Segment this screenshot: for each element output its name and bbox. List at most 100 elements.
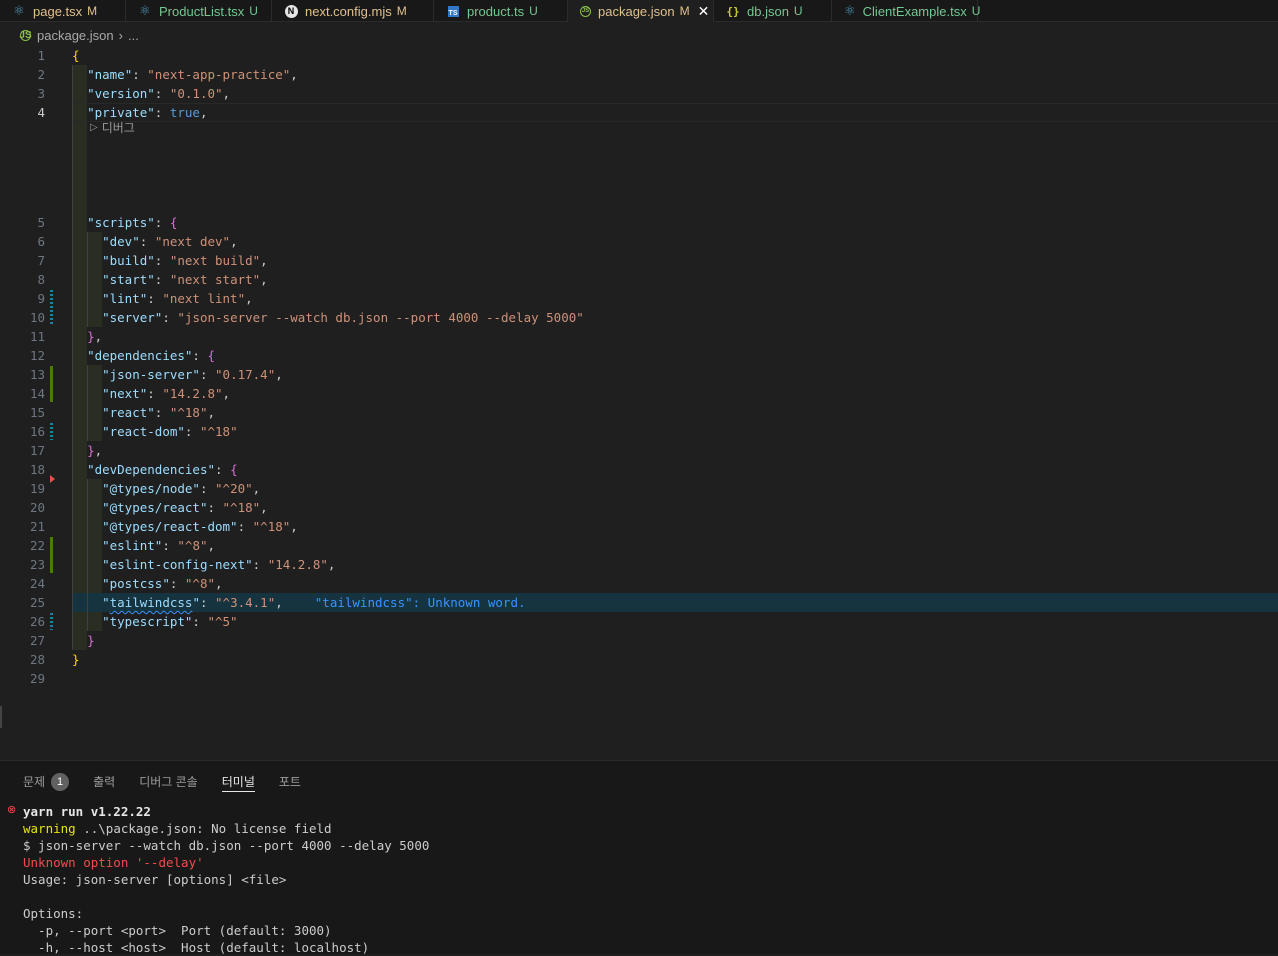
code-token: } (87, 633, 95, 648)
code-token: } (87, 329, 95, 344)
code-token: "name" (87, 67, 133, 82)
codelens-label: 디버그 (101, 121, 135, 135)
panel-tab-3[interactable]: 터미널 (221, 771, 255, 792)
code-token: : (154, 253, 170, 268)
breadcrumb-separator: › (118, 27, 123, 43)
code-token: " (192, 595, 200, 610)
panel-tab-label: 포트 (278, 775, 301, 789)
terminal-text: yarn run v1.22.22 (23, 804, 151, 819)
panel-tab-1[interactable]: 출력 (93, 772, 115, 792)
code-token: : (154, 86, 170, 101)
git-modified-indicator[interactable] (50, 423, 53, 440)
tab-productlist-tsx[interactable]: ⚛ ProductList.tsx U (126, 0, 272, 22)
code-line: "@types/react-dom": "^18", (72, 517, 298, 536)
react-icon: ⚛ (13, 3, 25, 18)
code-token: : (192, 348, 208, 363)
panel-tab-2[interactable]: 디버그 콘솔 (139, 772, 198, 792)
code-editor[interactable]: 1 2 3 4 5 6 7 8 9 10 11 12 13 14 15 16 17 18 19 20 21 22 23 24 2… (0, 46, 1278, 760)
code-token: : (199, 481, 216, 496)
code-token: : (199, 595, 216, 610)
code-line: "typescript": "^5" (72, 612, 237, 631)
code-token: : (162, 538, 178, 553)
code-token: "next lint" (162, 291, 246, 306)
tab-status-badge: M (679, 4, 690, 18)
code-token: "devDependencies" (87, 462, 215, 477)
git-added-indicator[interactable] (50, 366, 53, 402)
tab-package-json[interactable]: JS package.json M ✕ (568, 0, 714, 22)
code-line: } (72, 650, 80, 669)
tab-label: ProductList.tsx (159, 3, 245, 19)
terminal-line: -p, --port <port> Port (default: 3000) (23, 922, 332, 939)
code-token: , (230, 234, 238, 249)
breadcrumb-file[interactable]: package.json (37, 28, 114, 43)
git-modified-indicator[interactable] (50, 613, 53, 630)
code-token: "scripts" (87, 215, 155, 230)
code-token: "next-app-practice" (147, 67, 291, 82)
terminal-text: Usage: json-server [options] <file> (23, 872, 287, 887)
code-token: : (154, 215, 170, 230)
code-token: : (154, 105, 170, 120)
panel-tab-4[interactable]: 포트 (279, 772, 301, 792)
line-number: 26 (29, 614, 45, 629)
line-number: 23 (29, 557, 45, 572)
code-token: "0.1.0" (169, 86, 223, 101)
terminal-line: -h, --host <host> Host (default: localho… (23, 939, 369, 956)
git-deleted-indicator[interactable] (50, 475, 55, 483)
typescript-icon: TS (446, 4, 460, 18)
code-token: { (207, 348, 216, 363)
code-token: tailwindcss (109, 595, 193, 610)
code-token: "^18" (169, 405, 208, 420)
code-token: : (237, 519, 253, 534)
codelens-debug[interactable]: ▷ 디버그 (90, 120, 135, 136)
code-token: "postcss" (102, 576, 170, 591)
terminal-text: Unknown option '--delay' (23, 855, 204, 870)
code-token: : (139, 234, 155, 249)
line-number: 17 (29, 443, 45, 458)
git-modified-indicator[interactable] (50, 290, 53, 326)
tab-clientexample-tsx[interactable]: ⚛ ClientExample.tsx U (832, 0, 980, 22)
code-token: , (245, 291, 253, 306)
nodejs-icon: JS (19, 29, 32, 41)
close-icon[interactable]: ✕ (698, 3, 710, 20)
line-number: 6 (37, 234, 45, 249)
tab-page-tsx[interactable]: ⚛ page.tsx M (0, 0, 126, 22)
tab-status-badge: M (396, 4, 407, 18)
tab-db-json[interactable]: {} db.json U (714, 0, 832, 22)
tab-next-config-mjs[interactable]: Nnext.config.mjs M (272, 0, 434, 22)
line-number: 28 (29, 652, 45, 667)
code-token: { (169, 215, 178, 230)
code-token: "next start" (169, 272, 261, 287)
code-line: "eslint": "^8", (72, 536, 215, 555)
bottom-panel: 문제 1 출력 디버그 콘솔 터미널 포트 ⊗ yarn run v1.22.22 warni… (0, 760, 1278, 956)
code-token: } (87, 443, 95, 458)
terminal-text: -p, --port <port> Port (default: 3000) (23, 923, 332, 938)
line-number: 29 (29, 671, 45, 686)
code-token: "^8" (177, 538, 208, 553)
tab-status-badge: U (793, 4, 803, 18)
code-token: "^18" (199, 424, 238, 439)
code-token: "next build" (169, 253, 261, 268)
code-token: "lint" (102, 291, 148, 306)
terminal-line: Usage: json-server [options] <file> (23, 871, 286, 888)
code-token: "eslint-config-next" (102, 557, 253, 572)
code-token: "^8" (184, 576, 216, 591)
terminal-line: Options: (23, 905, 83, 922)
breadcrumb-more[interactable]: ... (128, 28, 139, 43)
code-token: "0.17.4" (215, 367, 276, 382)
line-number: 16 (29, 424, 45, 439)
code-token: "14.2.8" (267, 557, 328, 572)
line-number: 18 (29, 462, 45, 477)
tab-product-ts[interactable]: TS product.ts U (434, 0, 568, 22)
error-circle-icon[interactable]: ⊗ (7, 803, 16, 816)
tab-label: next.config.mjs (305, 3, 392, 19)
panel-tab-0[interactable]: 문제 1 (23, 772, 70, 792)
inline-diagnostic-message: "tailwindcss": Unknown word. (314, 595, 526, 610)
git-added-indicator[interactable] (50, 537, 53, 573)
code-token: } (72, 652, 80, 667)
code-token: , (290, 519, 298, 534)
tab-status-badge: M (87, 4, 98, 18)
line-number: 12 (29, 348, 45, 363)
code-token: "dev" (102, 234, 140, 249)
code-token: "@types/node" (102, 481, 200, 496)
